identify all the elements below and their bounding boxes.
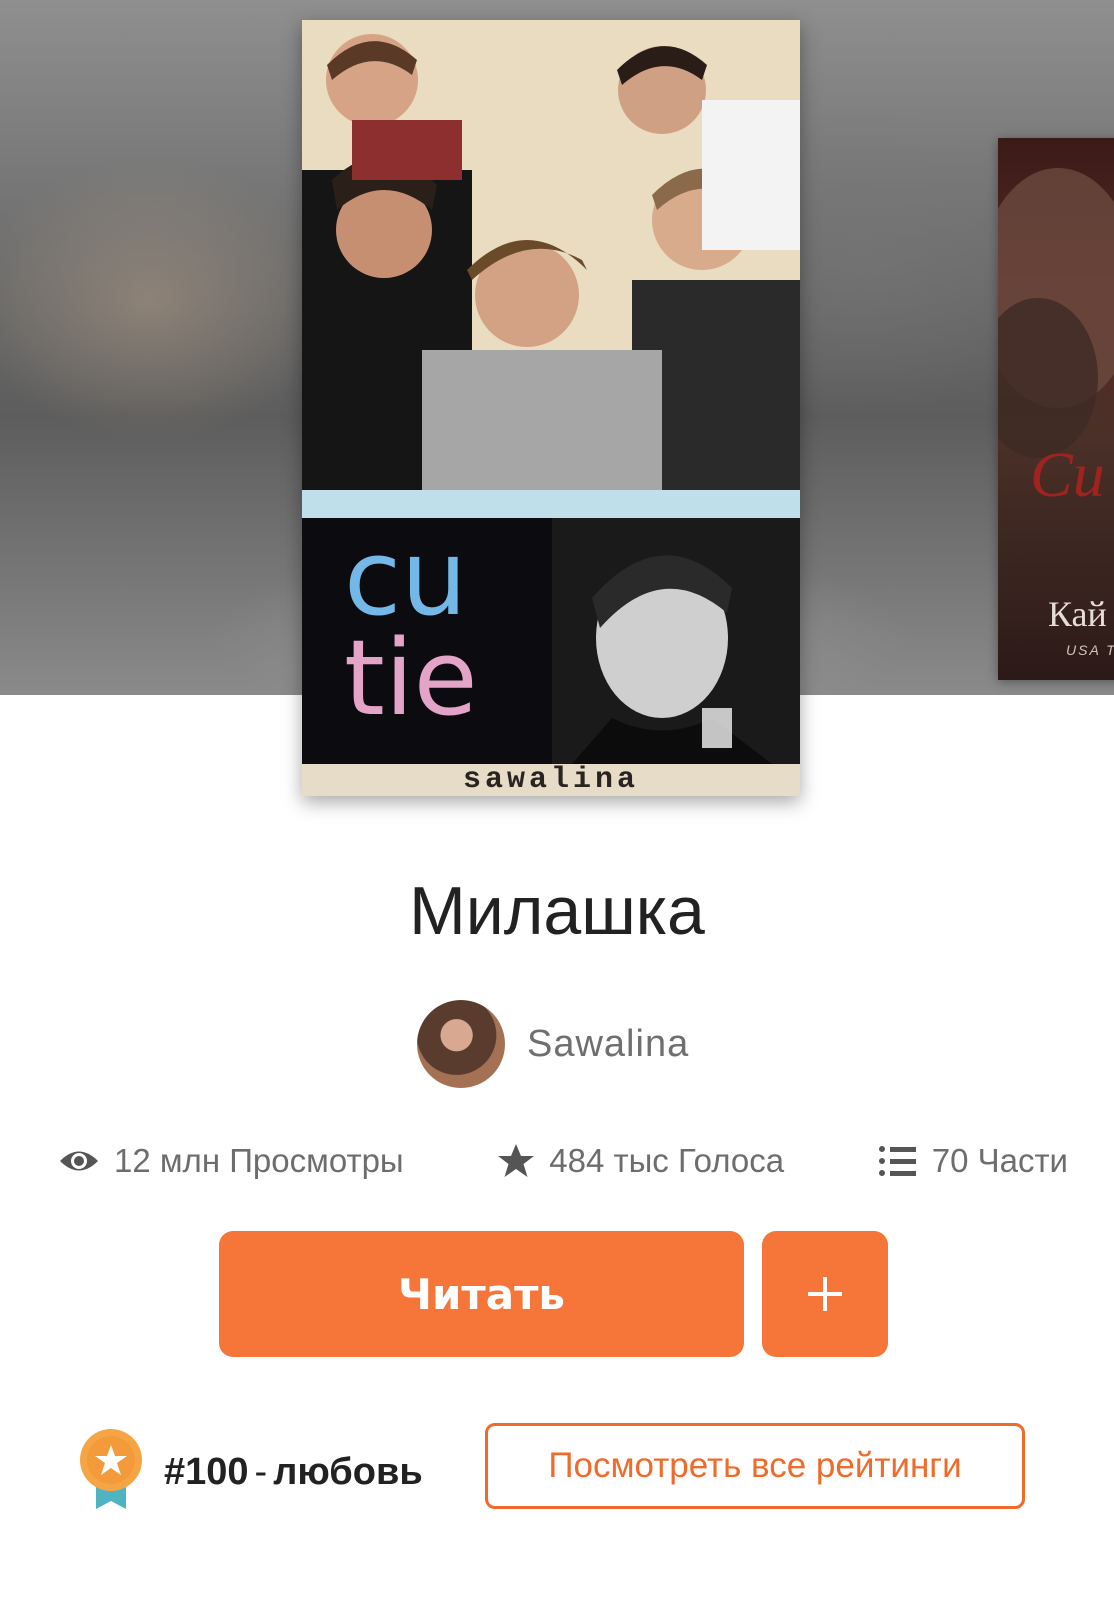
list-icon [878,1145,918,1177]
parts-count: 70 Части [931,1142,1068,1179]
award-badge-icon [78,1429,144,1516]
cover-portrait [552,518,800,764]
cover-author-band: sawalina [302,764,800,796]
story-stats: 12 млн Просмотры 484 тыс Голоса 70 Части [58,1138,1068,1184]
read-button[interactable]: Читать [219,1231,744,1357]
star-icon [497,1143,535,1179]
cover-title-band: cu tie [302,518,800,764]
rank-separator: - [254,1451,268,1493]
views-count: 12 млн Просмотры [114,1142,404,1179]
author-link[interactable]: Sawalina [417,1000,689,1088]
cover-photo-collage [302,20,800,490]
next-cover-title: Cu [1030,439,1105,510]
plus-icon [808,1277,842,1311]
rank-category: любовь [273,1451,423,1493]
cover-word-tie: tie [344,617,478,739]
votes-stat: 484 тыс Голоса [497,1142,784,1180]
avatar[interactable] [417,1000,505,1088]
story-cover[interactable]: cu tie sawalina [302,20,800,796]
rank-number: #100 [164,1451,249,1493]
eye-icon [58,1146,100,1176]
next-story-cover[interactable]: Cu Кай USA T [998,138,1114,680]
views-stat: 12 млн Просмотры [58,1142,404,1180]
story-title: Милашка [409,873,705,949]
add-to-library-button[interactable] [762,1231,888,1357]
votes-count: 484 тыс Голоса [549,1142,785,1179]
cover-word-cu: cu [344,518,468,639]
view-all-rankings-button[interactable]: Посмотреть все рейтинги [485,1423,1025,1509]
cover-author-signature: sawalina [462,763,640,796]
ranking: #100- любовь [78,1425,423,1520]
next-cover-author: Кай [1048,594,1107,634]
author-name[interactable]: Sawalina [527,1023,689,1066]
rank-text: #100- любовь [164,1451,423,1494]
cover-strip [302,490,800,518]
next-cover-tag: USA T [1066,642,1114,658]
parts-stat: 70 Части [878,1142,1068,1180]
